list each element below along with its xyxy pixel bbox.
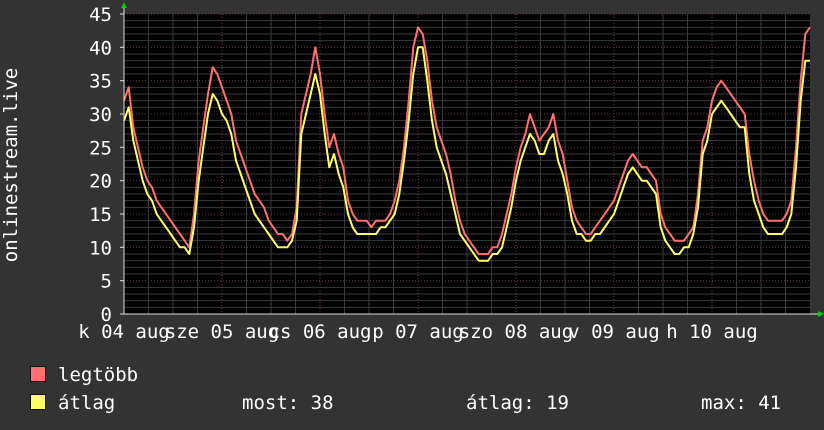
stat-avg-label: átlag: bbox=[466, 392, 535, 414]
stat-now-value: 38 bbox=[310, 392, 334, 414]
stat-avg: átlag: 19 bbox=[466, 392, 569, 414]
x-axis-arrow bbox=[818, 311, 824, 317]
stat-max-value: 41 bbox=[758, 392, 782, 414]
x-tick-label: szo 08 aug bbox=[459, 321, 573, 343]
stat-avg-value: 19 bbox=[546, 392, 569, 414]
stat-max-label: max: bbox=[701, 392, 747, 414]
legend-item-avg: átlag bbox=[30, 392, 115, 414]
y-tick-label: 30 bbox=[89, 104, 112, 126]
x-tick-label: h 10 aug bbox=[666, 321, 758, 343]
y-tick-label: 25 bbox=[89, 137, 112, 159]
legend-label-avg: átlag bbox=[58, 392, 116, 414]
y-axis-label: onlinestream.live bbox=[0, 67, 22, 263]
y-tick-label: 15 bbox=[89, 204, 112, 226]
y-tick-label: 35 bbox=[89, 71, 112, 93]
legend-item-max: legtöbb bbox=[30, 364, 138, 386]
legend-label-max: legtöbb bbox=[58, 364, 139, 386]
y-tick-label: 10 bbox=[89, 237, 112, 259]
y-tick-label: 40 bbox=[89, 37, 112, 59]
x-tick-label: sze 05 aug bbox=[165, 321, 279, 343]
y-axis-arrow bbox=[121, 2, 127, 8]
stat-now-label: most: bbox=[242, 392, 300, 414]
stat-now: most: 38 bbox=[242, 392, 334, 414]
x-tick-label: p 07 aug bbox=[372, 321, 464, 343]
legend-swatch-avg bbox=[30, 394, 46, 410]
stat-max: max: 41 bbox=[701, 392, 781, 414]
y-tick-label: 5 bbox=[101, 271, 112, 293]
y-tick-label: 20 bbox=[89, 171, 112, 193]
x-tick-label: v 09 aug bbox=[568, 321, 660, 343]
x-tick-label: cs 06 aug bbox=[269, 321, 372, 343]
legend-swatch-max bbox=[30, 366, 46, 382]
x-tick-label: k 04 aug bbox=[78, 321, 170, 343]
y-tick-label: 45 bbox=[89, 4, 112, 26]
